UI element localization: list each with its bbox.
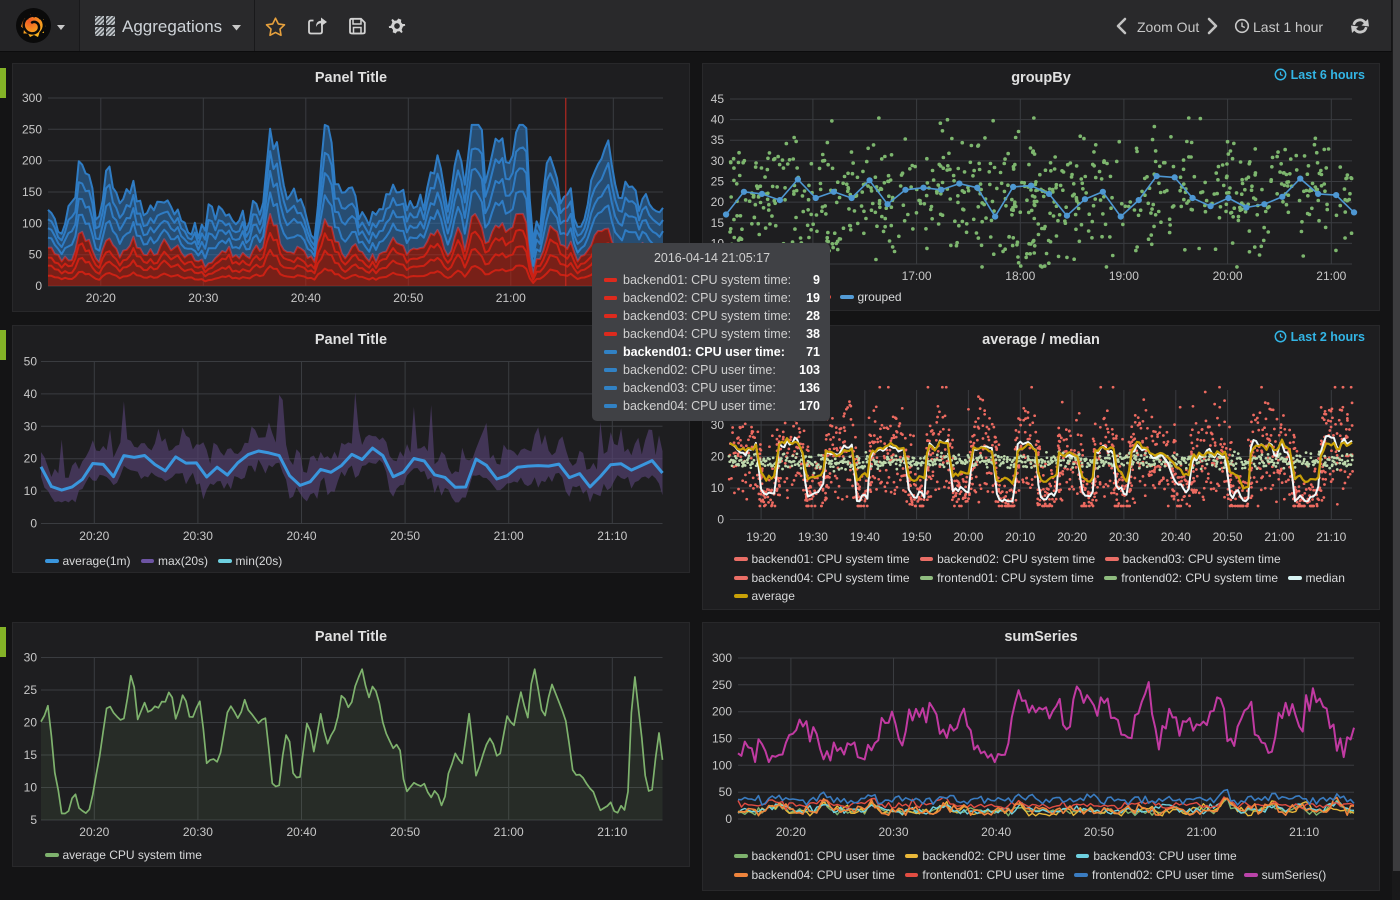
svg-text:10: 10 <box>711 481 725 495</box>
svg-text:300: 300 <box>712 651 732 665</box>
svg-text:50: 50 <box>719 785 733 799</box>
svg-text:20: 20 <box>711 450 725 464</box>
svg-text:20:40: 20:40 <box>286 825 316 839</box>
svg-text:40: 40 <box>711 113 725 127</box>
svg-text:250: 250 <box>22 122 42 136</box>
svg-text:20:30: 20:30 <box>188 291 218 305</box>
svg-text:20:40: 20:40 <box>291 291 321 305</box>
svg-text:21:00: 21:00 <box>1186 825 1216 839</box>
svg-text:19:20: 19:20 <box>746 530 776 544</box>
svg-text:21:10: 21:10 <box>1289 825 1319 839</box>
svg-text:17:00: 17:00 <box>902 269 932 283</box>
svg-text:20:30: 20:30 <box>183 529 213 543</box>
svg-text:21:10: 21:10 <box>597 529 627 543</box>
svg-text:150: 150 <box>712 732 732 746</box>
svg-text:40: 40 <box>24 387 38 401</box>
svg-text:10: 10 <box>24 781 38 795</box>
svg-text:250: 250 <box>712 678 732 692</box>
svg-text:20:20: 20:20 <box>79 529 109 543</box>
svg-text:20:20: 20:20 <box>776 825 806 839</box>
svg-text:0: 0 <box>717 513 724 527</box>
svg-text:20:50: 20:50 <box>1213 530 1243 544</box>
svg-text:30: 30 <box>711 154 725 168</box>
svg-text:21:10: 21:10 <box>1316 530 1346 544</box>
svg-text:20:20: 20:20 <box>86 291 116 305</box>
svg-text:15: 15 <box>24 748 38 762</box>
svg-text:100: 100 <box>22 216 42 230</box>
svg-text:20:30: 20:30 <box>1109 530 1139 544</box>
svg-text:150: 150 <box>22 185 42 199</box>
svg-text:19:00: 19:00 <box>1109 269 1139 283</box>
svg-text:0: 0 <box>725 812 732 826</box>
svg-text:19:40: 19:40 <box>850 530 880 544</box>
svg-text:0: 0 <box>30 517 37 531</box>
svg-text:20: 20 <box>711 195 725 209</box>
svg-text:21:00: 21:00 <box>1316 269 1346 283</box>
svg-text:300: 300 <box>22 91 42 105</box>
svg-text:18:00: 18:00 <box>1005 269 1035 283</box>
svg-text:20:20: 20:20 <box>79 825 109 839</box>
svg-text:30: 30 <box>24 419 38 433</box>
svg-text:0: 0 <box>35 279 42 293</box>
svg-text:20:00: 20:00 <box>953 530 983 544</box>
svg-text:100: 100 <box>712 758 732 772</box>
svg-text:21:00: 21:00 <box>494 825 524 839</box>
svg-text:21:00: 21:00 <box>496 291 526 305</box>
svg-text:50: 50 <box>24 355 38 369</box>
svg-text:25: 25 <box>711 175 725 189</box>
svg-text:19:50: 19:50 <box>902 530 932 544</box>
svg-text:20:10: 20:10 <box>1005 530 1035 544</box>
svg-text:20:20: 20:20 <box>1057 530 1087 544</box>
svg-text:21:10: 21:10 <box>597 825 627 839</box>
svg-text:20:40: 20:40 <box>286 529 316 543</box>
svg-text:20:40: 20:40 <box>981 825 1011 839</box>
svg-text:21:00: 21:00 <box>1264 530 1294 544</box>
svg-text:15: 15 <box>711 216 725 230</box>
svg-text:25: 25 <box>24 683 38 697</box>
svg-text:35: 35 <box>711 133 725 147</box>
svg-text:5: 5 <box>30 813 37 827</box>
svg-text:50: 50 <box>29 248 43 262</box>
svg-text:20:00: 20:00 <box>1213 269 1243 283</box>
svg-text:30: 30 <box>24 651 38 665</box>
svg-text:20:50: 20:50 <box>1084 825 1114 839</box>
svg-text:19:30: 19:30 <box>798 530 828 544</box>
svg-text:20: 20 <box>24 452 38 466</box>
svg-text:20:50: 20:50 <box>390 825 420 839</box>
svg-text:20:30: 20:30 <box>183 825 213 839</box>
svg-text:20:50: 20:50 <box>390 529 420 543</box>
svg-text:20:50: 20:50 <box>393 291 423 305</box>
svg-text:10: 10 <box>24 484 38 498</box>
svg-text:20:40: 20:40 <box>1161 530 1191 544</box>
svg-text:45: 45 <box>711 92 725 106</box>
svg-text:20: 20 <box>24 716 38 730</box>
svg-text:21:00: 21:00 <box>494 529 524 543</box>
svg-text:200: 200 <box>22 154 42 168</box>
svg-text:20:30: 20:30 <box>878 825 908 839</box>
svg-text:200: 200 <box>712 705 732 719</box>
